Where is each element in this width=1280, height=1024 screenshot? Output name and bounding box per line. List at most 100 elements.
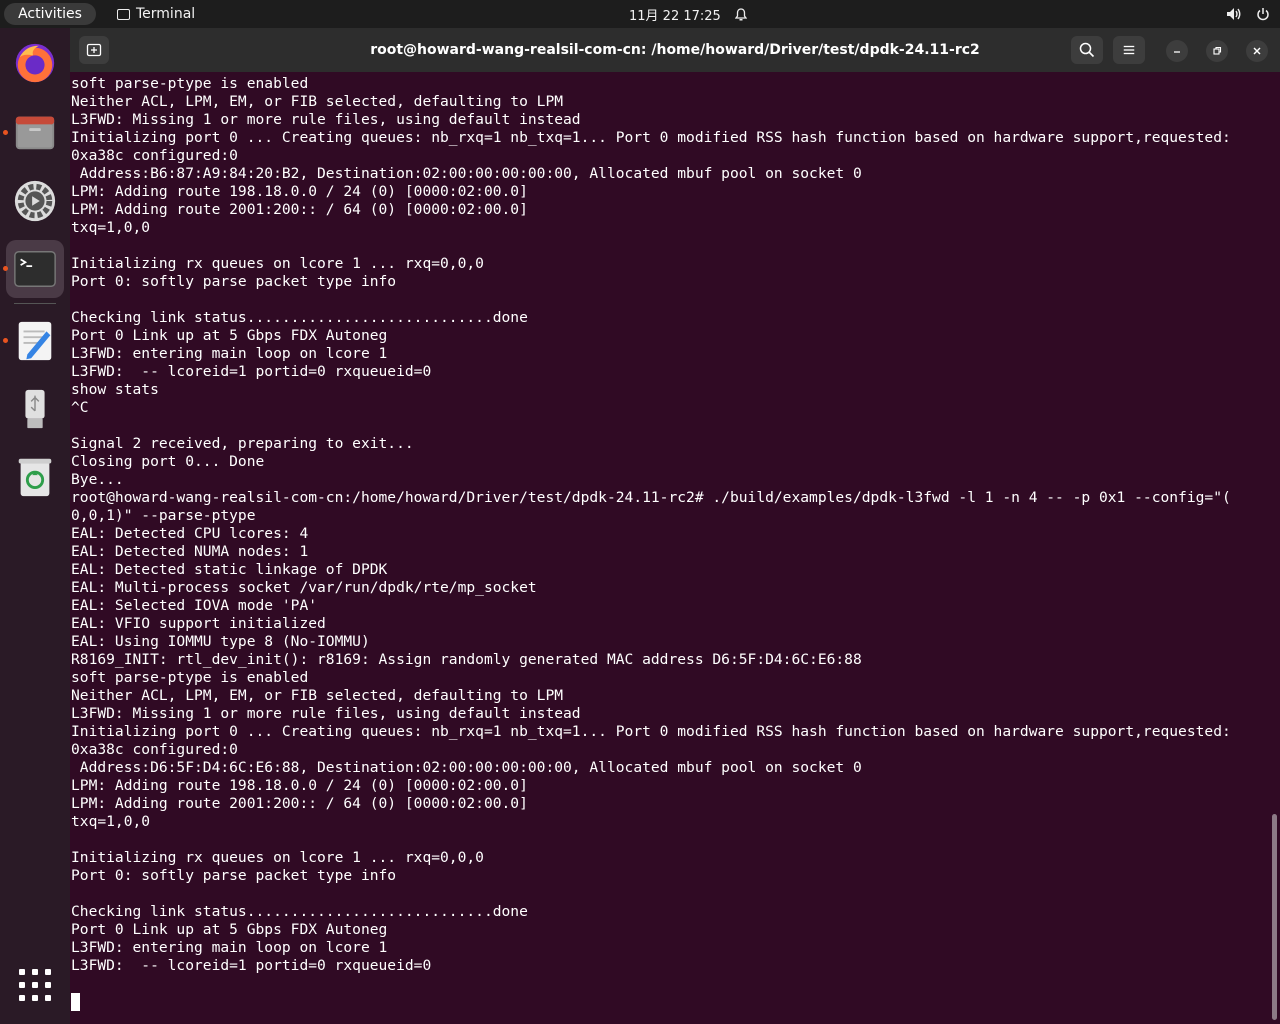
terminal-line: L3FWD: entering main loop on lcore 1 xyxy=(71,345,388,362)
hamburger-icon xyxy=(1123,45,1135,55)
terminal-line: txq=1,0,0 xyxy=(71,219,151,236)
terminal-line: Signal 2 received, preparing to exit... xyxy=(71,435,414,452)
terminal-line: txq=1,0,0 xyxy=(71,813,151,830)
dock-text-editor[interactable] xyxy=(6,312,64,370)
terminal-icon xyxy=(14,251,56,287)
terminal-line: L3FWD: -- lcoreid=1 portid=0 rxqueueid=0 xyxy=(71,363,432,380)
terminal-line: Initializing rx queues on lcore 1 ... rx… xyxy=(71,849,484,866)
terminal-line: L3FWD: Missing 1 or more rule files, usi… xyxy=(71,705,581,722)
show-apps-button[interactable] xyxy=(19,969,51,1001)
prompt-line[interactable] xyxy=(71,993,1231,1011)
firefox-icon xyxy=(15,43,55,83)
terminal-line: Initializing port 0 ... Creating queues:… xyxy=(71,723,1231,740)
terminal-line: LPM: Adding route 198.18.0.0 / 24 (0) [0… xyxy=(71,183,528,200)
terminal-line: Checking link status....................… xyxy=(71,309,528,326)
new-tab-icon xyxy=(86,43,102,57)
terminal-line: EAL: Detected NUMA nodes: 1 xyxy=(71,543,309,560)
settings-icon xyxy=(14,180,56,222)
terminal-line: L3FWD: -- lcoreid=1 portid=0 rxqueueid=0 xyxy=(71,957,432,974)
dock-files[interactable] xyxy=(6,103,64,161)
terminal-line: LPM: Adding route 2001:200:: / 64 (0) [0… xyxy=(71,795,528,812)
running-indicator xyxy=(3,266,8,271)
app-menu[interactable]: Terminal xyxy=(117,0,195,28)
power-icon xyxy=(1257,8,1269,21)
terminal-line: L3FWD: entering main loop on lcore 1 xyxy=(71,939,388,956)
close-icon xyxy=(1253,47,1261,55)
running-indicator xyxy=(3,338,8,343)
menu-button[interactable] xyxy=(1113,36,1145,64)
dock-settings[interactable] xyxy=(6,172,64,230)
app-name: Terminal xyxy=(136,6,196,22)
system-tray[interactable] xyxy=(1226,0,1270,28)
dock-trash[interactable] xyxy=(6,448,64,506)
clock-button[interactable]: 11月 22 17:25 xyxy=(629,0,747,28)
bell-icon xyxy=(734,7,747,20)
terminal-line: LPM: Adding route 198.18.0.0 / 24 (0) [0… xyxy=(71,777,528,794)
terminal-line: R8169_INIT: rtl_dev_init(): r8169: Assig… xyxy=(71,651,862,668)
terminal-line: Address:B6:87:A9:84:20:B2, Destination:0… xyxy=(71,165,862,182)
dock xyxy=(0,28,70,1024)
search-button[interactable] xyxy=(1071,36,1103,64)
dock-separator xyxy=(14,303,56,304)
files-icon xyxy=(15,116,55,150)
terminal-line: Port 0 Link up at 5 Gbps FDX Autoneg xyxy=(71,327,388,344)
terminal-line: Neither ACL, LPM, EM, or FIB selected, d… xyxy=(71,93,564,110)
terminal-line: Closing port 0... Done xyxy=(71,453,265,470)
terminal-line: 0xa38c configured:0 xyxy=(71,147,238,164)
terminal-line: EAL: Detected CPU lcores: 4 xyxy=(71,525,309,542)
terminal-scrollbar[interactable] xyxy=(1270,72,1280,1024)
terminal-line: EAL: VFIO support initialized xyxy=(71,615,326,632)
terminal-line: EAL: Using IOMMU type 8 (No-IOMMU) xyxy=(71,633,370,650)
terminal-line: Checking link status....................… xyxy=(71,903,528,920)
terminal-line: root@howard-wang-realsil-com-cn:/home/ho… xyxy=(71,489,1231,506)
terminal-line: Initializing rx queues on lcore 1 ... rx… xyxy=(71,255,484,272)
clock-text: 11月 22 17:25 xyxy=(629,8,721,24)
search-icon xyxy=(1079,42,1095,58)
terminal-line: L3FWD: Missing 1 or more rule files, usi… xyxy=(71,111,581,128)
scrollbar-thumb[interactable] xyxy=(1272,814,1277,1020)
usb-drive-icon xyxy=(25,389,45,429)
terminal-line: Address:D6:5F:D4:6C:E6:88, Destination:0… xyxy=(71,759,862,776)
terminal-line: ^C xyxy=(71,399,89,416)
terminal-line: Port 0: softly parse packet type info xyxy=(71,867,397,884)
dock-usb-drive[interactable] xyxy=(6,380,64,438)
top-bar: Activities Terminal 11月 22 17:25 xyxy=(0,0,1280,28)
minimize-icon xyxy=(1174,51,1180,53)
terminal-line: LPM: Adding route 2001:200:: / 64 (0) [0… xyxy=(71,201,528,218)
terminal-line: EAL: Multi-process socket /var/run/dpdk/… xyxy=(71,579,537,596)
terminal-view[interactable]: soft parse-ptype is enabled Neither ACL, … xyxy=(70,72,1270,1024)
dock-firefox[interactable] xyxy=(6,34,64,92)
terminal-line: Initializing port 0 ... Creating queues:… xyxy=(71,129,1231,146)
terminal-line: Neither ACL, LPM, EM, or FIB selected, d… xyxy=(71,687,564,704)
terminal-line: Port 0: softly parse packet type info xyxy=(71,273,397,290)
text-cursor xyxy=(71,993,80,1011)
terminal-line: soft parse-ptype is enabled xyxy=(71,669,309,686)
dock-terminal[interactable] xyxy=(6,240,64,298)
terminal-icon xyxy=(117,8,130,20)
terminal-line: soft parse-ptype is enabled xyxy=(71,75,309,92)
new-tab-button[interactable] xyxy=(79,36,109,64)
terminal-line: Port 0 Link up at 5 Gbps FDX Autoneg xyxy=(71,921,388,938)
terminal-line: 0xa38c configured:0 xyxy=(71,741,238,758)
terminal-output: soft parse-ptype is enabled Neither ACL, … xyxy=(71,75,1231,1011)
text-editor-icon xyxy=(18,321,52,361)
terminal-line: 0,0,1)" --parse-ptype xyxy=(71,507,256,524)
restore-icon xyxy=(1213,46,1222,55)
activities-button[interactable]: Activities xyxy=(4,3,96,25)
volume-icon xyxy=(1227,8,1241,20)
maximize-button[interactable] xyxy=(1206,40,1228,62)
terminal-line: show stats xyxy=(71,381,159,398)
trash-icon xyxy=(18,458,52,497)
window-headerbar: root@howard-wang-realsil-com-cn: /home/h… xyxy=(70,28,1280,72)
terminal-line: EAL: Selected IOVA mode 'PA' xyxy=(71,597,318,614)
minimize-button[interactable] xyxy=(1166,40,1188,62)
terminal-line: Bye... xyxy=(71,471,124,488)
close-button[interactable] xyxy=(1246,40,1268,62)
terminal-line: EAL: Detected static linkage of DPDK xyxy=(71,561,388,578)
